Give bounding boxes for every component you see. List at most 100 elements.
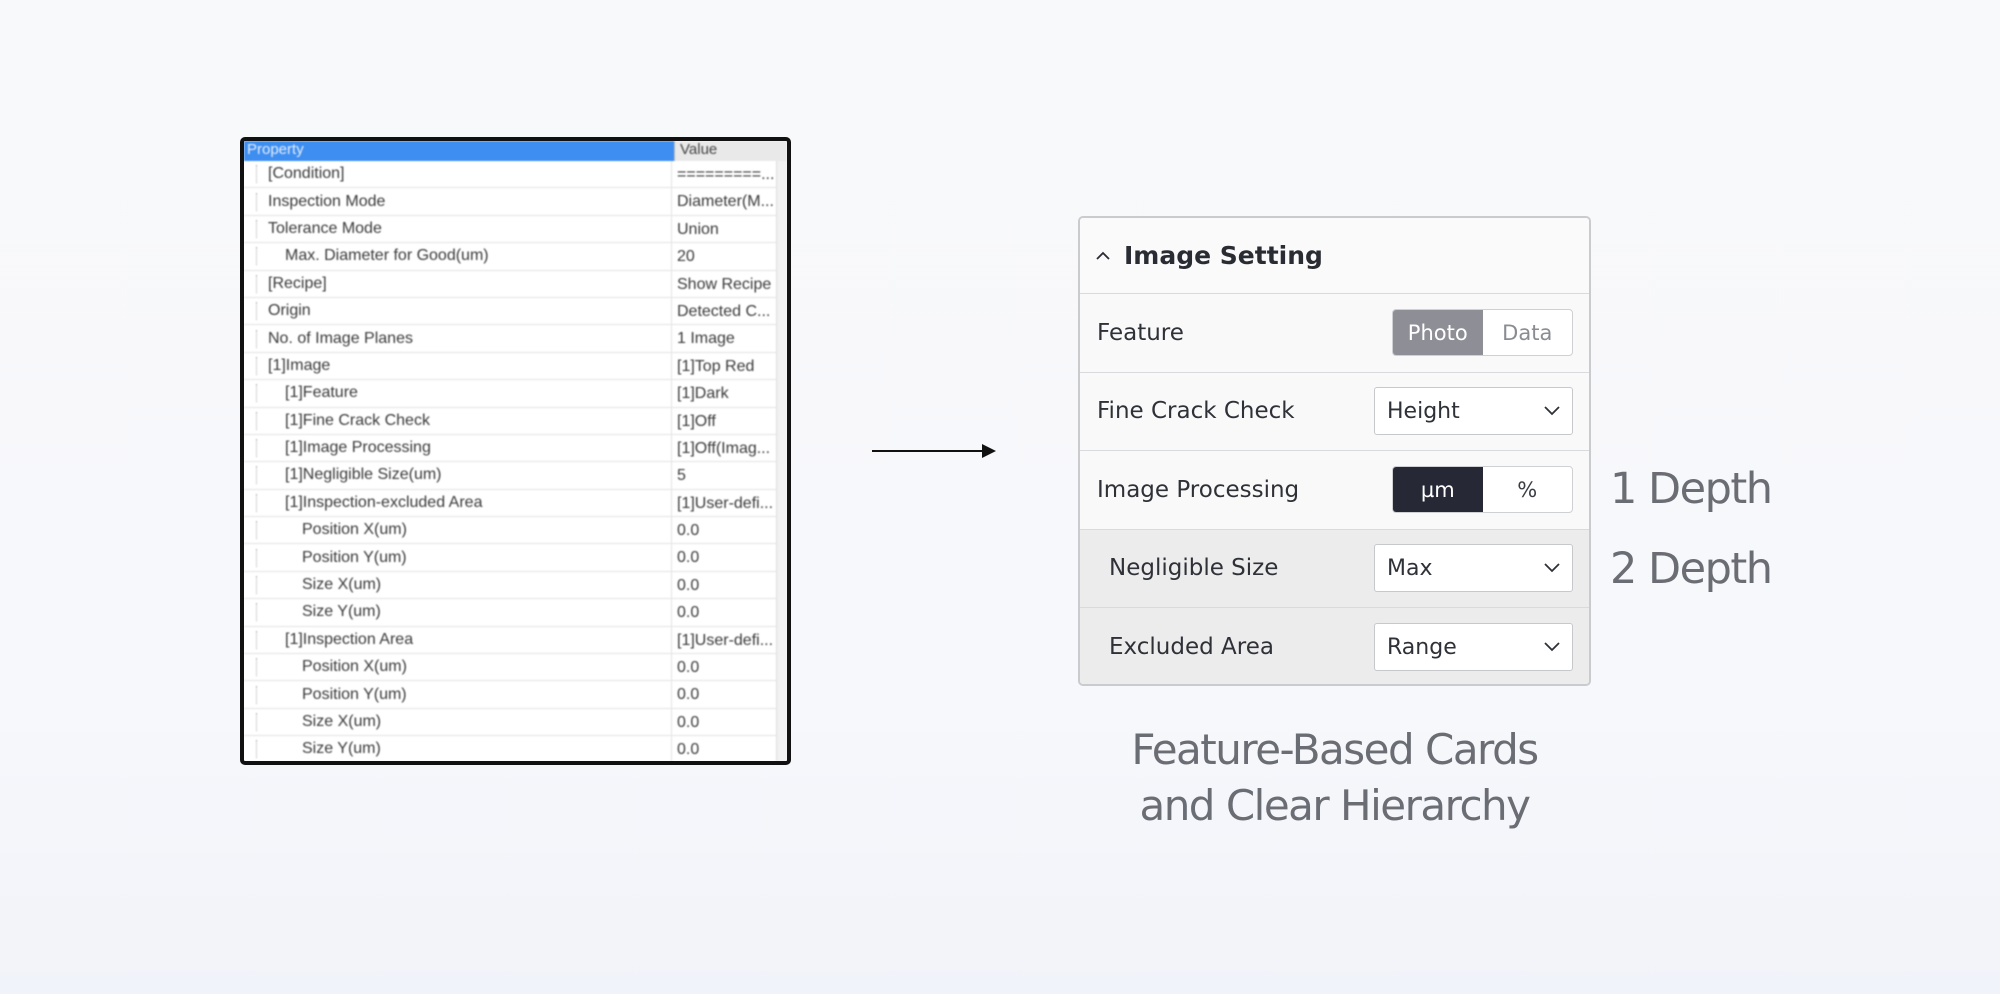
legacy-row-value[interactable]: Show Recipe	[671, 270, 787, 297]
image-setting-card: Image Setting Feature Photo Data Fine Cr…	[1078, 216, 1591, 686]
negligible-size-row: Negligible Size Max	[1080, 529, 1589, 608]
legacy-row-value[interactable]: 0.0	[671, 708, 787, 736]
card-title: Image Setting	[1124, 241, 1323, 270]
legacy-row-value[interactable]: 0.0	[671, 599, 787, 626]
legacy-grid-row[interactable]: Size Y(um) 0.0	[244, 736, 787, 761]
chevron-down-icon	[1544, 563, 1560, 573]
feature-option-data[interactable]: Data	[1483, 310, 1573, 355]
tree-line	[256, 521, 257, 540]
legacy-grid-row[interactable]: Position X(um) 0.0	[244, 654, 787, 682]
legacy-row-property: [1]Fine Crack Check	[244, 411, 671, 430]
legacy-row-value[interactable]: =========...	[671, 161, 787, 188]
excluded-area-row: Excluded Area Range	[1080, 608, 1589, 684]
legacy-grid-row[interactable]: [1]Fine Crack Check [1]Off	[244, 407, 787, 435]
tree-line	[256, 713, 257, 731]
tree-line	[256, 439, 257, 458]
legacy-grid-row[interactable]: No. of Image Planes 1 Image	[244, 325, 787, 353]
legacy-grid-row[interactable]: Inspection Mode Diameter(M...	[244, 188, 787, 216]
legacy-row-value[interactable]: 5	[671, 462, 787, 489]
tree-line	[256, 219, 257, 238]
legacy-row-property: Size X(um)	[244, 713, 671, 731]
negligible-size-label: Negligible Size	[1109, 555, 1279, 582]
tree-line	[256, 493, 257, 512]
legacy-row-value[interactable]: Union	[671, 215, 787, 243]
legacy-row-value[interactable]: [1]Off	[671, 407, 787, 434]
legacy-row-value[interactable]: [1]User-defi...	[671, 489, 787, 517]
legacy-grid-header: Property Value	[244, 141, 787, 161]
negligible-size-select[interactable]: Max	[1374, 544, 1573, 593]
legacy-grid-row[interactable]: [1]Feature [1]Dark	[244, 380, 787, 408]
feature-option-photo[interactable]: Photo	[1393, 310, 1483, 356]
fine-crack-check-label: Fine Crack Check	[1097, 398, 1295, 425]
legacy-grid-row[interactable]: [1]Image Processing [1]Off(Imag...	[244, 434, 787, 463]
legacy-grid-row[interactable]: [1]Inspection Area [1]User-defi...	[244, 626, 787, 655]
image-processing-option-um[interactable]: µm	[1393, 467, 1483, 513]
legacy-grid-row[interactable]: Origin Detected C...	[244, 297, 787, 326]
image-processing-label: Image Processing	[1097, 476, 1300, 503]
legacy-grid-row[interactable]: Position Y(um) 0.0	[244, 544, 787, 572]
legacy-row-value[interactable]: 0.0	[671, 544, 787, 571]
excluded-area-label: Excluded Area	[1109, 634, 1274, 661]
legacy-grid-row[interactable]: [1]Image [1]Top Red	[244, 352, 787, 381]
excluded-area-value: Range	[1387, 634, 1457, 660]
legacy-row-property: Inspection Mode	[244, 192, 671, 211]
legacy-grid-row[interactable]: [Condition] =========...	[244, 161, 787, 189]
tree-line	[256, 274, 257, 293]
tree-line	[256, 685, 257, 704]
legacy-grid-row[interactable]: [1]Inspection-excluded Area [1]User-defi.…	[244, 489, 787, 518]
legacy-row-value[interactable]: 0.0	[671, 571, 787, 599]
caption-line-2: and Clear Hierarchy	[1139, 781, 1531, 830]
legacy-row-property: [1]Inspection-excluded Area	[244, 493, 671, 512]
image-processing-row: Image Processing µm %	[1080, 451, 1589, 530]
chevron-down-icon	[1544, 406, 1560, 416]
legacy-row-value[interactable]: 0.0	[671, 517, 787, 544]
tree-line	[256, 384, 257, 403]
legacy-row-property: [1]Feature	[244, 384, 671, 403]
legacy-row-value[interactable]: [1]User-defi...	[671, 626, 787, 654]
card-header[interactable]: Image Setting	[1080, 218, 1589, 294]
legacy-grid-row[interactable]: [1]Negligible Size(um) 5	[244, 462, 787, 490]
tree-line	[256, 247, 257, 266]
legacy-row-value[interactable]: [1]Top Red	[671, 352, 787, 380]
legacy-grid-row[interactable]: Position Y(um) 0.0	[244, 681, 787, 709]
legacy-row-value[interactable]: Diameter(M...	[671, 188, 787, 215]
tree-line	[256, 329, 257, 348]
legacy-grid-row[interactable]: Max. Diameter for Good(um) 20	[244, 243, 787, 271]
chevron-up-icon[interactable]	[1096, 249, 1110, 263]
legacy-row-property: Position X(um)	[244, 658, 671, 677]
legacy-row-value[interactable]: [1]Off(Imag...	[671, 434, 787, 462]
legacy-grid-row[interactable]: Tolerance Mode Union	[244, 215, 787, 244]
tree-line	[256, 548, 257, 567]
legacy-row-value[interactable]: 0.0	[671, 681, 787, 708]
legacy-grid-row[interactable]: Size X(um) 0.0	[244, 571, 787, 600]
legacy-scrollbar[interactable]	[776, 161, 787, 761]
legacy-row-property: [Recipe]	[244, 274, 671, 293]
legacy-row-property: [1]Negligible Size(um)	[244, 466, 671, 485]
legacy-row-property: [Condition]	[244, 165, 671, 184]
tree-line	[256, 630, 257, 649]
legacy-grid-row[interactable]: Size Y(um) 0.0	[244, 599, 787, 627]
negligible-size-value: Max	[1387, 555, 1433, 581]
tree-line	[256, 192, 257, 211]
legacy-header-value[interactable]: Value	[674, 141, 787, 161]
legacy-row-property: Max. Diameter for Good(um)	[244, 247, 671, 266]
legacy-row-value[interactable]: 20	[671, 243, 787, 270]
legacy-header-property[interactable]: Property	[244, 141, 674, 161]
fine-crack-check-row: Fine Crack Check Height	[1080, 372, 1589, 451]
legacy-row-value[interactable]: 1 Image	[671, 325, 787, 352]
legacy-row-property: [1]Image Processing	[244, 439, 671, 458]
legacy-row-value[interactable]: Detected C...	[671, 297, 787, 325]
image-processing-option-percent[interactable]: %	[1483, 467, 1573, 512]
fine-crack-check-select[interactable]: Height	[1374, 387, 1573, 436]
legacy-row-value[interactable]: [1]Dark	[671, 380, 787, 407]
legacy-grid-row[interactable]: Position X(um) 0.0	[244, 517, 787, 545]
legacy-row-value[interactable]: 0.0	[671, 654, 787, 681]
legacy-grid-row[interactable]: [Recipe] Show Recipe	[244, 270, 787, 298]
legacy-grid-row[interactable]: Size X(um) 0.0	[244, 708, 787, 737]
legacy-grid-rows: [Condition] =========... Inspection Mode Di…	[244, 161, 787, 761]
legacy-row-property: [1]Image	[244, 356, 671, 375]
feature-label: Feature	[1097, 319, 1184, 346]
tree-line	[256, 411, 257, 430]
legacy-row-value[interactable]: 0.0	[671, 736, 787, 761]
excluded-area-select[interactable]: Range	[1374, 623, 1573, 672]
